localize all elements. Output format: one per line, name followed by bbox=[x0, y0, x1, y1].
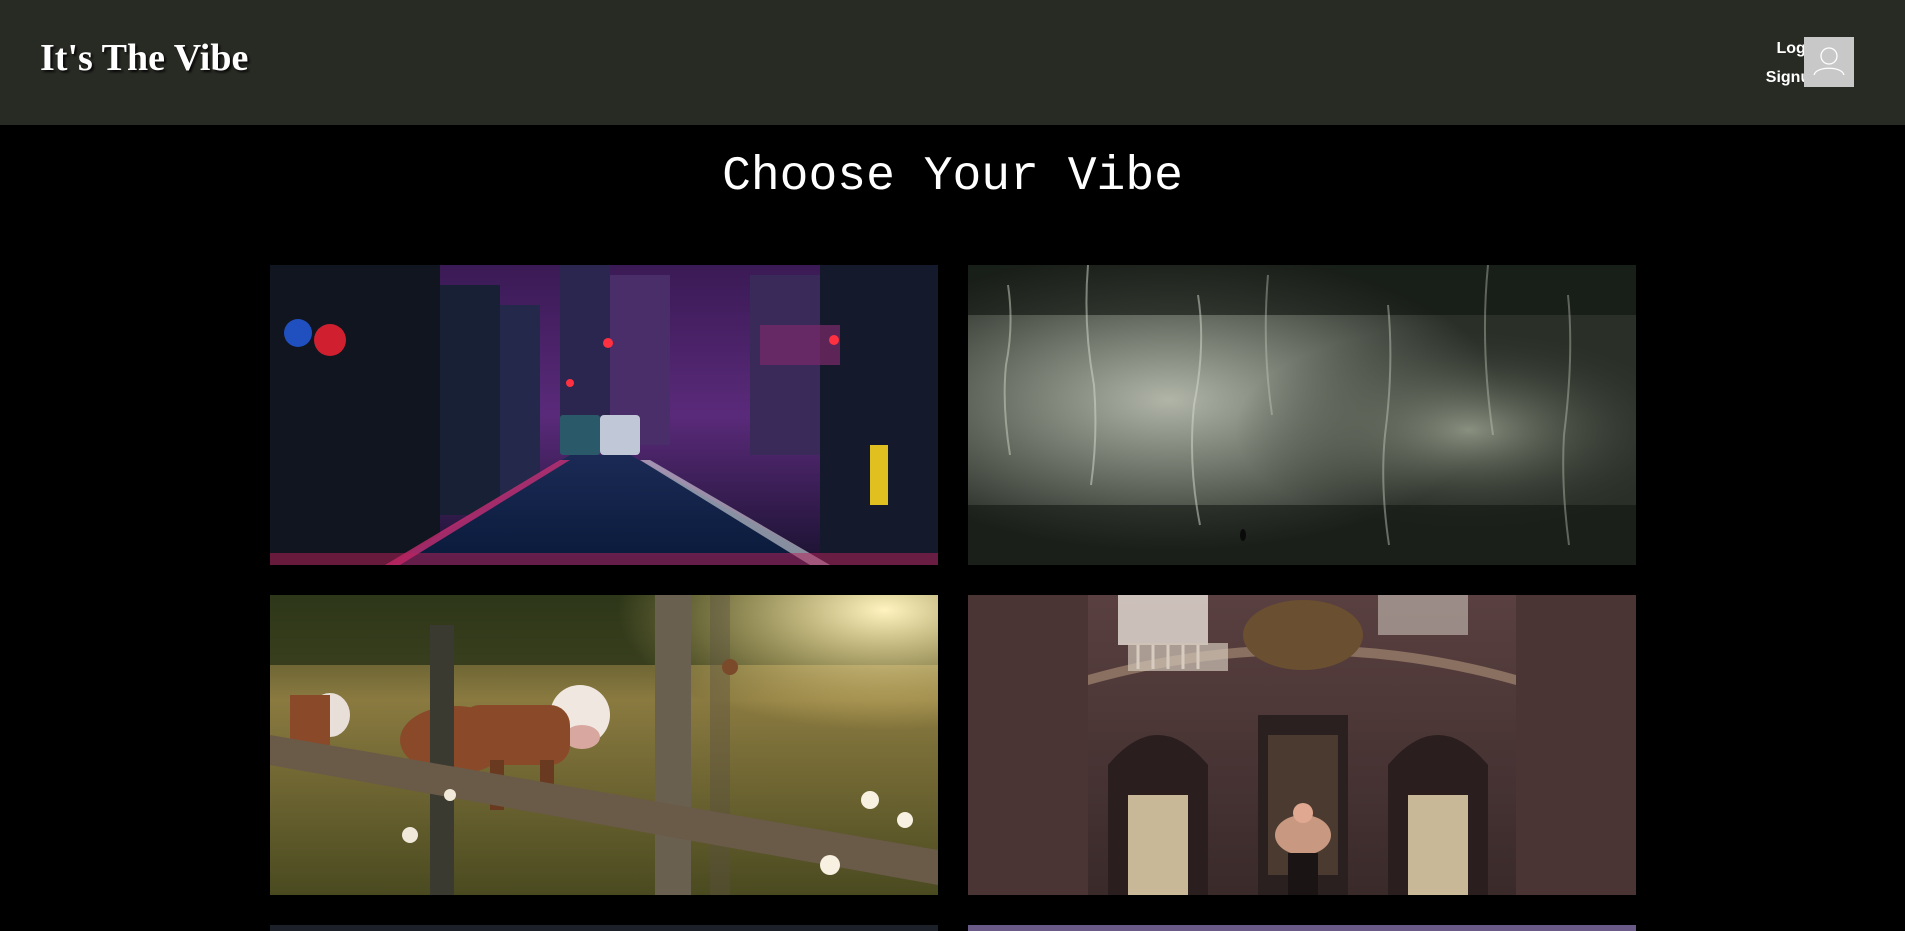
vibe-tile-partial-right[interactable] bbox=[968, 925, 1636, 931]
vibe-tile-countryside-cow[interactable] bbox=[270, 595, 938, 895]
vibe-tile-neon-city[interactable] bbox=[270, 265, 938, 565]
vibe-tile-partial-left[interactable] bbox=[270, 925, 938, 931]
user-avatar-icon[interactable] bbox=[1804, 37, 1854, 87]
vibe-tile-baroque-hall[interactable] bbox=[968, 595, 1636, 895]
neon-city-image bbox=[270, 265, 938, 565]
user-silhouette-icon bbox=[1813, 47, 1845, 76]
rain-window-image bbox=[968, 265, 1636, 565]
site-logo-title[interactable]: It's The Vibe bbox=[40, 36, 248, 80]
top-navbar: It's The Vibe Login Signup bbox=[0, 0, 1905, 125]
vibe-tile-rainy-window[interactable] bbox=[968, 265, 1636, 565]
page-title: Choose Your Vibe bbox=[722, 150, 1183, 204]
cow-field-image bbox=[270, 595, 938, 895]
palace-hall-image bbox=[968, 595, 1636, 895]
